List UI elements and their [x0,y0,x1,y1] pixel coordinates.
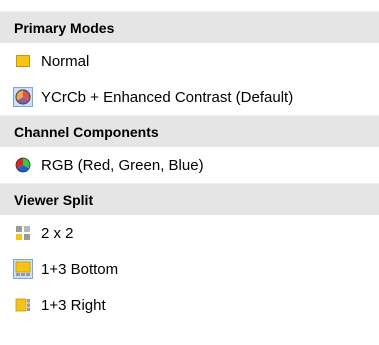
split-bottom-icon [13,259,33,279]
menu-item-normal[interactable]: Normal [0,43,379,79]
section-header-viewer-split: Viewer Split [0,183,379,215]
color-pie-icon [13,87,33,107]
menu-item-label: 1+3 Right [41,296,106,314]
menu-item-label: 1+3 Bottom [41,260,119,278]
menu-item-label: Normal [41,52,90,70]
menu-item-label: YCrCb + Enhanced Contrast (Default) [41,88,294,106]
menu-item-rgb[interactable]: RGB (Red, Green, Blue) [0,147,379,183]
yellow-square-icon [13,51,33,71]
grid-2x2-icon [13,223,33,243]
menu-item-label: RGB (Red, Green, Blue) [41,156,204,174]
section-header-channel-components: Channel Components [0,115,379,147]
split-right-icon [13,295,33,315]
view-mode-menu: Primary Modes Normal YCrCb + Enhanced Co… [0,11,379,323]
menu-item-1-3-bottom[interactable]: 1+3 Bottom [0,251,379,287]
menu-item-1-3-right[interactable]: 1+3 Right [0,287,379,323]
menu-item-label: 2 x 2 [41,224,74,242]
menu-item-ycrcb-enhanced-contrast[interactable]: YCrCb + Enhanced Contrast (Default) [0,79,379,115]
menu-item-2x2[interactable]: 2 x 2 [0,215,379,251]
section-header-primary-modes: Primary Modes [0,11,379,43]
rgb-wheel-icon [13,155,33,175]
